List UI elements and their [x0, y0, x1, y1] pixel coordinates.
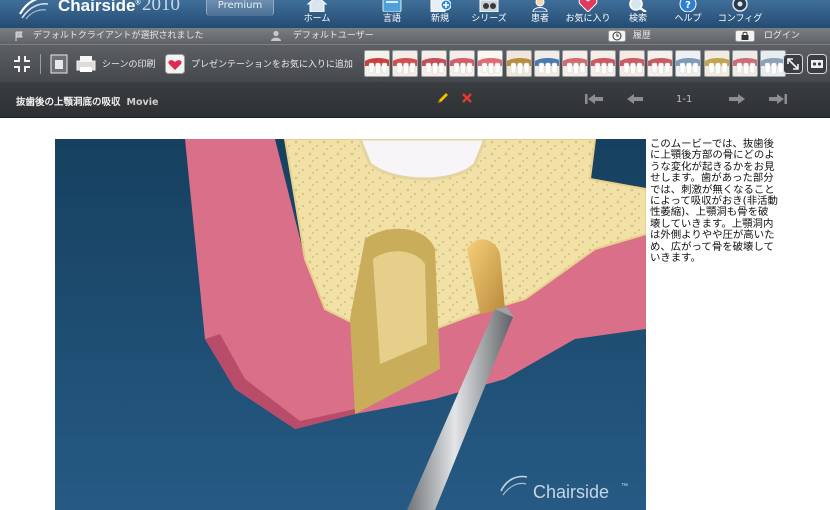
user-status[interactable]: デフォルトユーザー [270, 28, 374, 44]
scene-thumbnail[interactable] [647, 50, 673, 77]
page-indicator: 1-1 [676, 94, 693, 105]
scene-thumbnail[interactable] [618, 50, 645, 77]
logo-year: 2010 [142, 0, 180, 15]
help-icon: ? [679, 0, 697, 12]
movie-description: このムービーでは、抜歯後に上顎後方部の骨にどのような変化が起きるかをお見せします… [650, 138, 778, 265]
logo-text: Chairside® [58, 0, 141, 15]
movie-title-bar: 抜歯後の上顎洞底の吸収 Movie 1-1 [0, 82, 830, 118]
nav-help[interactable]: ? ヘルプ [664, 0, 712, 28]
watermark-tm: ™ [621, 483, 628, 490]
film-view-button[interactable] [807, 54, 827, 74]
content-area: Chairside ™ このムービーでは、抜歯後に上顎後方部の骨にどのような変化… [0, 118, 830, 510]
socket-inner [373, 251, 427, 364]
scene-toolbar: シーンの印刷 プレゼンテーションをお気に入りに追加 [0, 44, 830, 82]
chairside-logo-icon [19, 0, 49, 20]
language-book-icon [382, 0, 402, 12]
scene-thumbnail[interactable] [675, 50, 702, 77]
scene-thumbnail[interactable] [448, 50, 475, 77]
gear-icon [732, 0, 748, 12]
nav-series[interactable]: シリーズ [465, 0, 513, 28]
movie-player[interactable]: Chairside ™ [55, 139, 646, 510]
scene-thumbnail[interactable] [477, 50, 504, 77]
svg-text:?: ? [685, 0, 691, 11]
clock-icon [608, 29, 626, 42]
movie-title: 抜歯後の上顎洞底の吸収 Movie [16, 97, 159, 108]
sinus-animation-frame: Chairside ™ [55, 139, 646, 510]
status-bar: デフォルトクライアントが選択されました デフォルトユーザー 履歴 ログイン [0, 28, 830, 44]
client-flag-icon [15, 31, 23, 41]
expand-icon [787, 58, 799, 70]
scene-thumbnail[interactable] [392, 50, 419, 77]
patient-icon [532, 0, 548, 12]
edit-pencil-icon[interactable] [436, 91, 450, 105]
nav-config[interactable]: コンフィグ [716, 0, 764, 28]
scene-thumbnail[interactable] [533, 50, 560, 77]
top-header: Chairside® 2010 Premium ホーム 言語 新規 シリーズ 患… [0, 0, 830, 28]
watermark-text: Chairside [533, 482, 609, 502]
scene-thumbnail[interactable] [420, 50, 447, 77]
favorites-heart-icon [578, 0, 598, 12]
scene-thumbnail[interactable] [590, 50, 617, 77]
app-logo: Chairside® 2010 [0, 0, 212, 28]
nav-home[interactable]: ホーム [293, 0, 341, 28]
film-icon [811, 60, 823, 68]
previous-page-icon[interactable] [626, 91, 644, 107]
expand-view-button[interactable] [783, 54, 803, 74]
fullscreen-collapse-icon[interactable] [12, 54, 32, 74]
heart-icon [165, 54, 185, 74]
presentation-icon[interactable] [50, 54, 68, 74]
nav-favorites[interactable]: お気に入り [564, 0, 612, 28]
scene-thumbnail[interactable] [731, 50, 758, 77]
nav-patient[interactable]: 患者 [516, 0, 564, 28]
nav-new[interactable]: 新規 [416, 0, 464, 28]
login-button[interactable]: ログイン [735, 28, 800, 44]
new-document-icon [430, 0, 451, 12]
last-page-icon[interactable] [768, 91, 788, 107]
scene-thumbnail[interactable] [562, 50, 589, 77]
client-status[interactable]: デフォルトクライアントが選択されました [14, 28, 204, 44]
toolbar-divider [40, 54, 41, 74]
print-icon [76, 56, 96, 72]
search-icon [629, 0, 647, 12]
delete-x-icon[interactable] [461, 91, 473, 105]
film-reel-icon [479, 0, 499, 12]
nav-language[interactable]: 言語 [368, 0, 416, 28]
nav-search[interactable]: 検索 [614, 0, 662, 28]
edition-badge: Premium [206, 0, 274, 16]
movie-kind: Movie [126, 97, 159, 108]
lock-icon [735, 29, 755, 42]
scene-thumbnail[interactable] [505, 50, 532, 77]
next-page-icon[interactable] [728, 91, 746, 107]
first-page-icon[interactable] [584, 91, 604, 107]
history-button[interactable]: 履歴 [608, 28, 651, 44]
scene-thumbnail[interactable] [364, 50, 390, 77]
scene-thumbnail[interactable] [703, 50, 730, 77]
user-icon [271, 30, 281, 41]
home-icon [306, 0, 328, 12]
